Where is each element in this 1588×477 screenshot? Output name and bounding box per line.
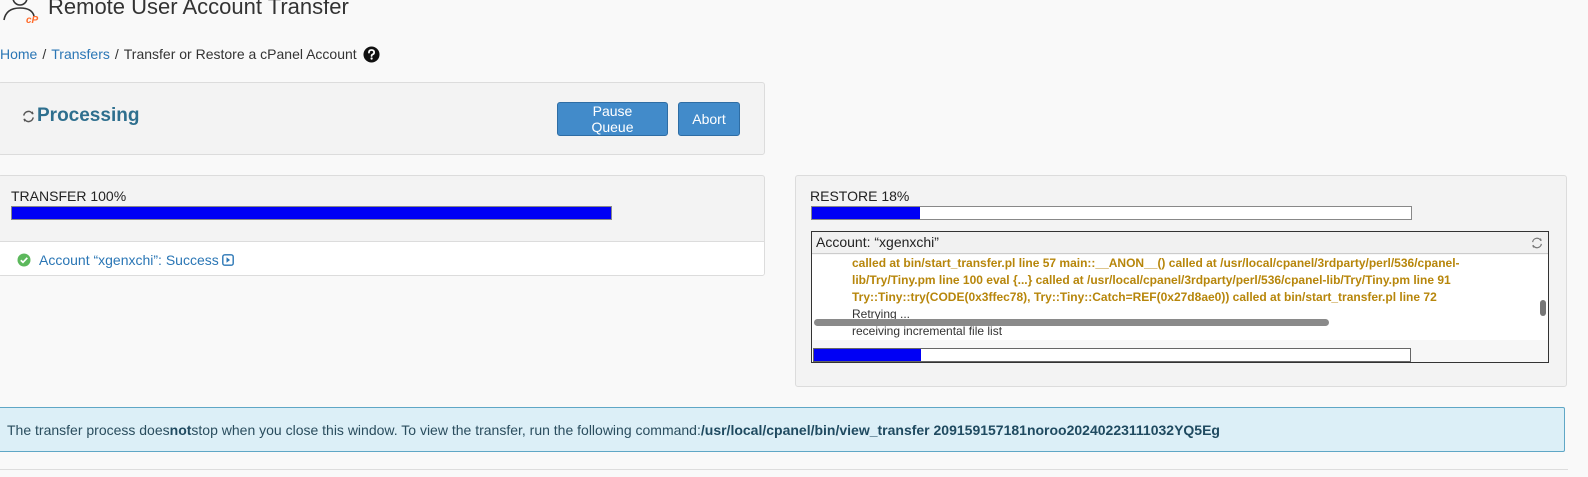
restore-log-box: Account: “xgenxchi” called at bin/start_…: [811, 231, 1549, 363]
log-horizontal-scrollbar[interactable]: [814, 319, 1329, 326]
log-line: called at bin/start_transfer.pl line 57 …: [852, 256, 1460, 270]
breadcrumb-separator: /: [42, 46, 47, 62]
status-panel: Processing Pause Queue Abort: [0, 82, 765, 155]
info-text: The transfer process does: [7, 421, 170, 438]
log-vertical-scrollbar[interactable]: [1540, 300, 1546, 316]
abort-button[interactable]: Abort: [678, 102, 740, 136]
log-output[interactable]: called at bin/start_transfer.pl line 57 …: [812, 255, 1548, 340]
restore-progress-label: RESTORE 18%: [810, 188, 910, 204]
info-emphasis: not: [169, 421, 192, 438]
info-alert: The transfer process does not stop when …: [0, 407, 1565, 452]
spinner-icon: [23, 110, 34, 122]
account-result-link[interactable]: Account “xgenxchi”: Success: [39, 252, 219, 268]
breadcrumb-transfers-link[interactable]: Transfers: [51, 46, 110, 62]
cpanel-user-icon: cP: [3, 0, 39, 24]
restore-progress-bar: [811, 206, 1412, 220]
help-icon[interactable]: [363, 45, 380, 63]
svg-text:cP: cP: [26, 15, 39, 24]
check-circle-icon: [17, 253, 31, 266]
log-line: lib/Try/Tiny.pm line 100 eval {...} call…: [852, 273, 1451, 287]
page-header: cP Remote User Account Transfer: [0, 0, 349, 24]
breadcrumb-separator: /: [114, 46, 119, 62]
bottom-divider: [0, 469, 1568, 470]
breadcrumb-home-link[interactable]: Home: [0, 46, 37, 62]
restore-progress-fill: [812, 207, 920, 219]
log-line: Try::Tiny::try(CODE(0x3ffec78), Try::Tin…: [852, 290, 1437, 304]
refresh-icon[interactable]: [1530, 236, 1544, 250]
processing-label: Processing: [37, 105, 140, 126]
log-header: Account: “xgenxchi”: [812, 232, 1548, 254]
transfer-progress-bar: [11, 206, 612, 220]
pause-queue-button[interactable]: Pause Queue: [557, 102, 668, 136]
breadcrumb: Home / Transfers / Transfer or Restore a…: [0, 44, 380, 64]
transfer-progress-label: TRANSFER 100%: [11, 188, 127, 204]
transfer-progress-fill: [12, 207, 611, 219]
transfer-panel: TRANSFER 100% Account “xgenxchi”: Succes…: [0, 175, 765, 276]
arrow-right-box-icon[interactable]: [221, 253, 234, 266]
log-title: Account: “xgenxchi”: [816, 234, 939, 250]
processing-status: Processing: [21, 105, 139, 127]
view-transfer-command: /usr/local/cpanel/bin/view_transfer 2091…: [700, 421, 1220, 438]
log-progress-bar: [813, 348, 1411, 362]
page-title: Remote User Account Transfer: [48, 0, 349, 19]
restore-panel: RESTORE 18% Account: “xgenxchi” called a…: [795, 175, 1567, 387]
log-progress-fill: [814, 349, 922, 361]
info-text: stop when you close this window. To view…: [191, 421, 701, 438]
transfer-account-row: Account “xgenxchi”: Success: [0, 241, 764, 275]
breadcrumb-current: Transfer or Restore a cPanel Account: [123, 46, 357, 62]
